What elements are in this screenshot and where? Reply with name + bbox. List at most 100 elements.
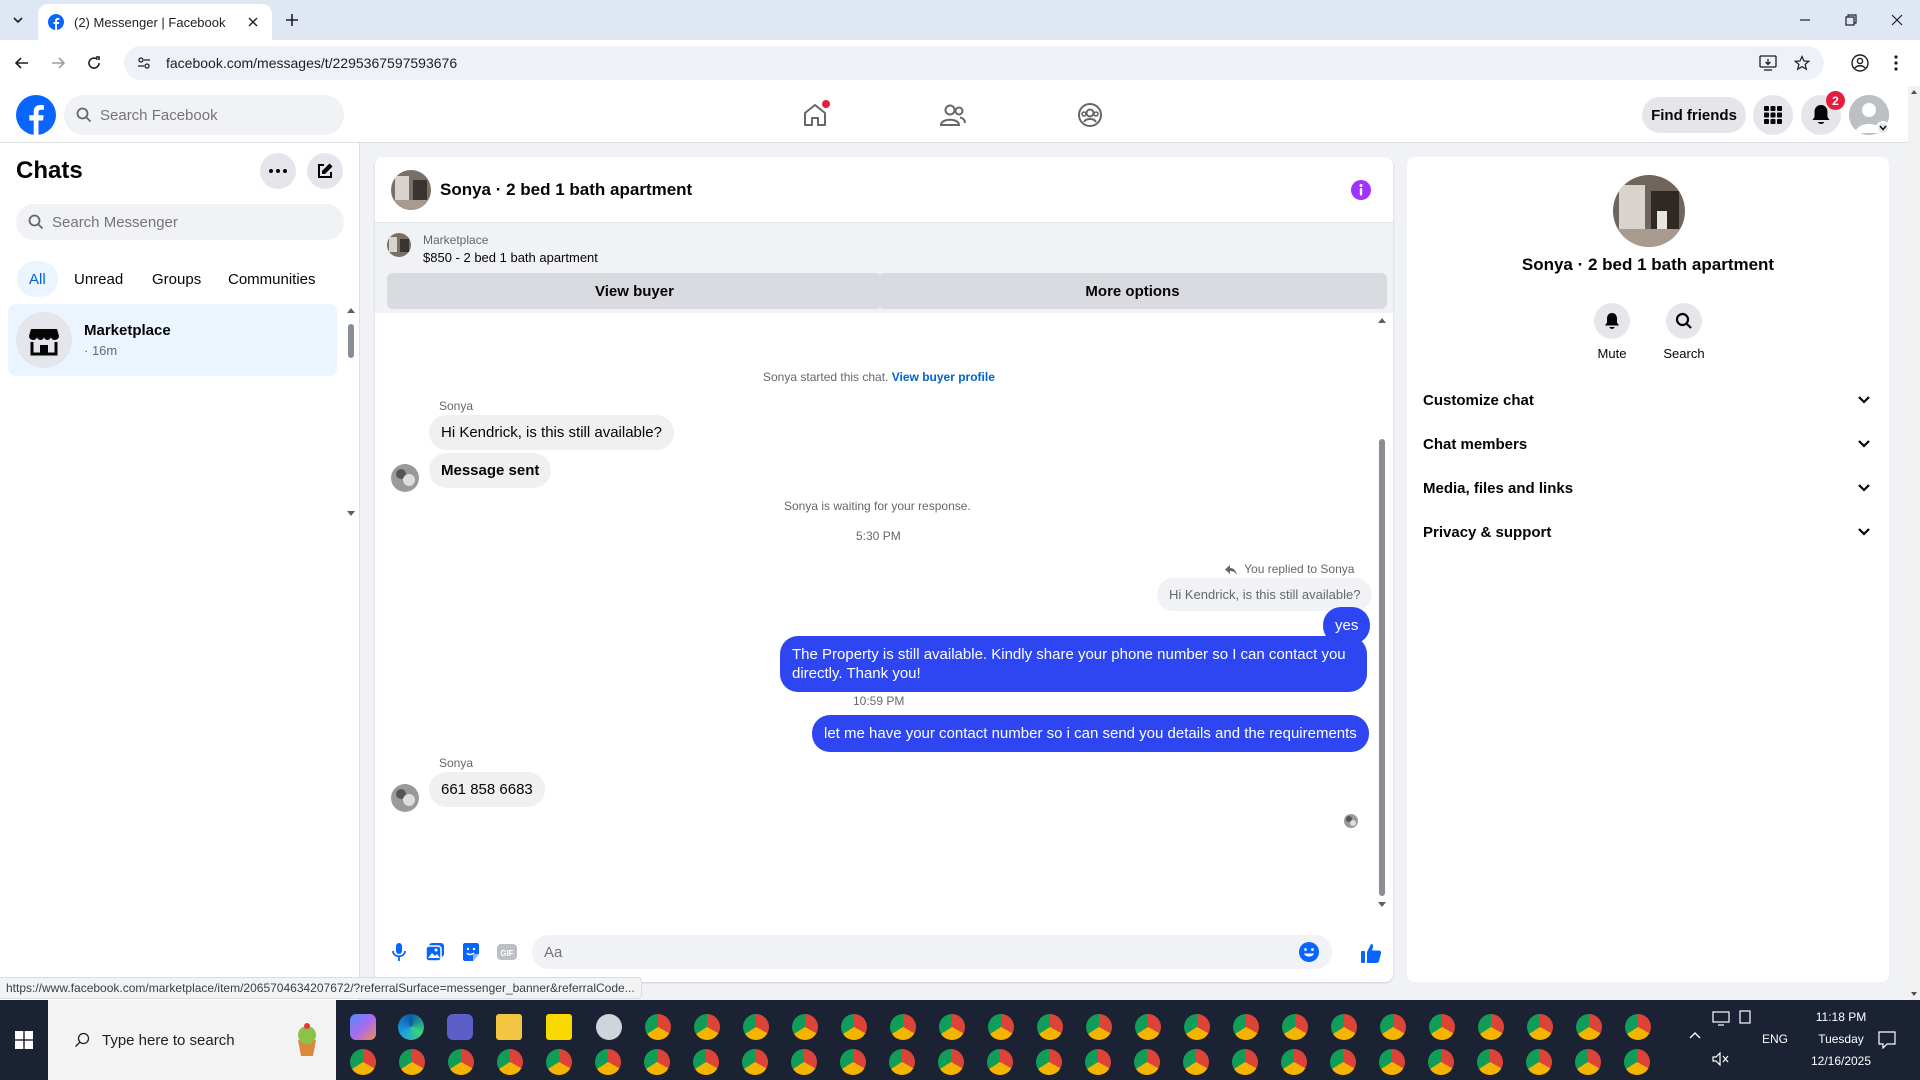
chrome-profile-icon[interactable]	[644, 1049, 670, 1075]
clock-date[interactable]: 12/16/2025	[1796, 1054, 1886, 1068]
file-explorer-icon[interactable]	[496, 1014, 522, 1040]
chrome-profile-icon[interactable]	[841, 1014, 867, 1040]
mute-bell-icon[interactable]	[1594, 303, 1630, 339]
thread-scrollbar[interactable]	[1376, 313, 1388, 913]
new-message-compose-icon[interactable]	[307, 153, 343, 189]
chrome-profile-icon[interactable]	[791, 1049, 817, 1075]
chrome-profile-icon[interactable]	[1037, 1014, 1063, 1040]
chrome-profile-icon[interactable]	[448, 1049, 474, 1075]
incoming-message[interactable]: 661 858 6683	[429, 772, 545, 807]
chrome-profile-icon[interactable]	[595, 1049, 621, 1075]
bookmark-star-icon[interactable]	[1792, 53, 1812, 73]
windows-start-icon[interactable]	[0, 1000, 48, 1080]
chrome-profile-icon[interactable]	[1575, 1049, 1601, 1075]
clock-time[interactable]: 11:18 PM	[1796, 1010, 1886, 1024]
photo-gallery-icon[interactable]	[424, 941, 446, 963]
more-options-button[interactable]: More options	[878, 273, 1387, 309]
app-icon[interactable]	[596, 1014, 622, 1040]
listing-thumbnail[interactable]	[387, 233, 411, 257]
chrome-profile-icon[interactable]	[742, 1049, 768, 1075]
sender-avatar[interactable]	[391, 464, 419, 492]
chrome-profile-icon[interactable]	[1086, 1014, 1112, 1040]
chrome-profile-icon[interactable]	[1281, 1049, 1307, 1075]
chrome-profile-icon[interactable]	[1330, 1049, 1356, 1075]
chrome-profile-icon[interactable]	[987, 1049, 1013, 1075]
chat-list-item-marketplace[interactable]: Marketplace · 16m	[8, 304, 337, 376]
chrome-profile-icon[interactable]	[938, 1049, 964, 1075]
outgoing-message[interactable]: The Property is still available. Kindly …	[780, 636, 1367, 692]
media-files-links-section[interactable]: Media, files and links	[1423, 468, 1883, 508]
filter-tab-all[interactable]: All	[17, 261, 58, 297]
privacy-support-section[interactable]: Privacy & support	[1423, 512, 1883, 552]
customize-chat-section[interactable]: Customize chat	[1423, 380, 1883, 420]
chrome-profile-icon[interactable]	[1331, 1014, 1357, 1040]
chrome-profile-icon[interactable]	[1134, 1049, 1160, 1075]
home-icon[interactable]	[800, 100, 830, 130]
incoming-message[interactable]: Hi Kendrick, is this still available?	[429, 415, 674, 450]
filter-tab-communities[interactable]: Communities	[216, 261, 328, 297]
chrome-profile-icon[interactable]	[939, 1014, 965, 1040]
filter-tab-groups[interactable]: Groups	[140, 261, 213, 297]
chrome-profile-icon[interactable]	[399, 1049, 425, 1075]
chrome-profile-icon[interactable]	[1478, 1014, 1504, 1040]
view-buyer-button[interactable]: View buyer	[387, 273, 882, 309]
message-input[interactable]	[544, 943, 1298, 961]
chrome-profile-icon[interactable]	[1233, 1014, 1259, 1040]
message-input-box[interactable]	[532, 935, 1332, 969]
chrome-profile-icon[interactable]	[546, 1049, 572, 1075]
back-arrow-icon[interactable]	[10, 51, 34, 75]
volume-muted-icon[interactable]	[1712, 1052, 1730, 1066]
chrome-profile-icon[interactable]	[743, 1014, 769, 1040]
chrome-profile-icon[interactable]	[1379, 1049, 1405, 1075]
notification-center-icon[interactable]	[1878, 1031, 1896, 1049]
chrome-menu-icon[interactable]	[1884, 51, 1908, 75]
microphone-icon[interactable]	[388, 941, 410, 963]
tab-close-icon[interactable]	[244, 13, 262, 31]
cupcake-widget-icon[interactable]	[292, 1022, 322, 1058]
network-icon[interactable]	[1712, 1010, 1730, 1026]
clock-day[interactable]: Tuesday	[1796, 1032, 1886, 1046]
chrome-profile-icon[interactable]	[1085, 1049, 1111, 1075]
chrome-profile-icon[interactable]	[1184, 1014, 1210, 1040]
chrome-profile-icon[interactable]	[497, 1049, 523, 1075]
chrome-profile-icon[interactable]	[1624, 1049, 1650, 1075]
view-buyer-profile-link[interactable]: View buyer profile	[892, 370, 995, 384]
tray-overflow-chevron-up-icon[interactable]	[1688, 1030, 1702, 1040]
chrome-profile-icon[interactable]	[1380, 1014, 1406, 1040]
facebook-logo-icon[interactable]	[16, 95, 56, 135]
chrome-profile-icon[interactable]	[988, 1014, 1014, 1040]
chrome-profile-icon[interactable]	[1282, 1014, 1308, 1040]
menu-grid-icon[interactable]	[1753, 95, 1793, 135]
reload-icon[interactable]	[82, 51, 106, 75]
listing-title[interactable]: $850 - 2 bed 1 bath apartment	[423, 250, 598, 265]
chrome-profile-icon[interactable]	[694, 1014, 720, 1040]
find-friends-button[interactable]: Find friends	[1642, 97, 1746, 133]
chrome-profile-icon[interactable]	[1135, 1014, 1161, 1040]
chrome-profile-icon[interactable]	[1036, 1049, 1062, 1075]
chrome-profile-icon[interactable]	[792, 1014, 818, 1040]
conversation-info-icon[interactable]	[1350, 179, 1372, 201]
site-settings-icon[interactable]	[136, 55, 152, 71]
facebook-search-input[interactable]	[100, 106, 320, 124]
restore-icon[interactable]	[1828, 0, 1874, 40]
chrome-profile-icon[interactable]	[1576, 1014, 1602, 1040]
chrome-profile-icon[interactable]	[350, 1049, 376, 1075]
language-indicator[interactable]: ENG	[1760, 1032, 1790, 1046]
chrome-profile-icon[interactable]	[1848, 51, 1872, 75]
conversation-title[interactable]: Sonya · 2 bed 1 bath apartment	[440, 180, 692, 200]
contact-profile-picture[interactable]	[1613, 175, 1685, 247]
account-chevron-down-icon[interactable]	[1876, 121, 1890, 135]
sender-avatar[interactable]	[391, 784, 419, 812]
chrome-profile-icon[interactable]	[1527, 1014, 1553, 1040]
browser-tab[interactable]: (2) Messenger | Facebook	[38, 4, 272, 40]
new-tab-button[interactable]	[282, 10, 302, 30]
taskbar-search-box[interactable]: Type here to search	[48, 1000, 336, 1080]
thumbs-up-like-icon[interactable]	[1359, 941, 1383, 965]
chat-members-section[interactable]: Chat members	[1423, 424, 1883, 464]
chrome-profile-icon[interactable]	[1526, 1049, 1552, 1075]
incoming-message[interactable]: Message sent	[429, 453, 552, 488]
chrome-icon[interactable]	[645, 1014, 671, 1040]
mute-action[interactable]: Mute	[1582, 303, 1642, 361]
chrome-profile-icon[interactable]	[890, 1014, 916, 1040]
minimize-icon[interactable]	[1782, 0, 1828, 40]
